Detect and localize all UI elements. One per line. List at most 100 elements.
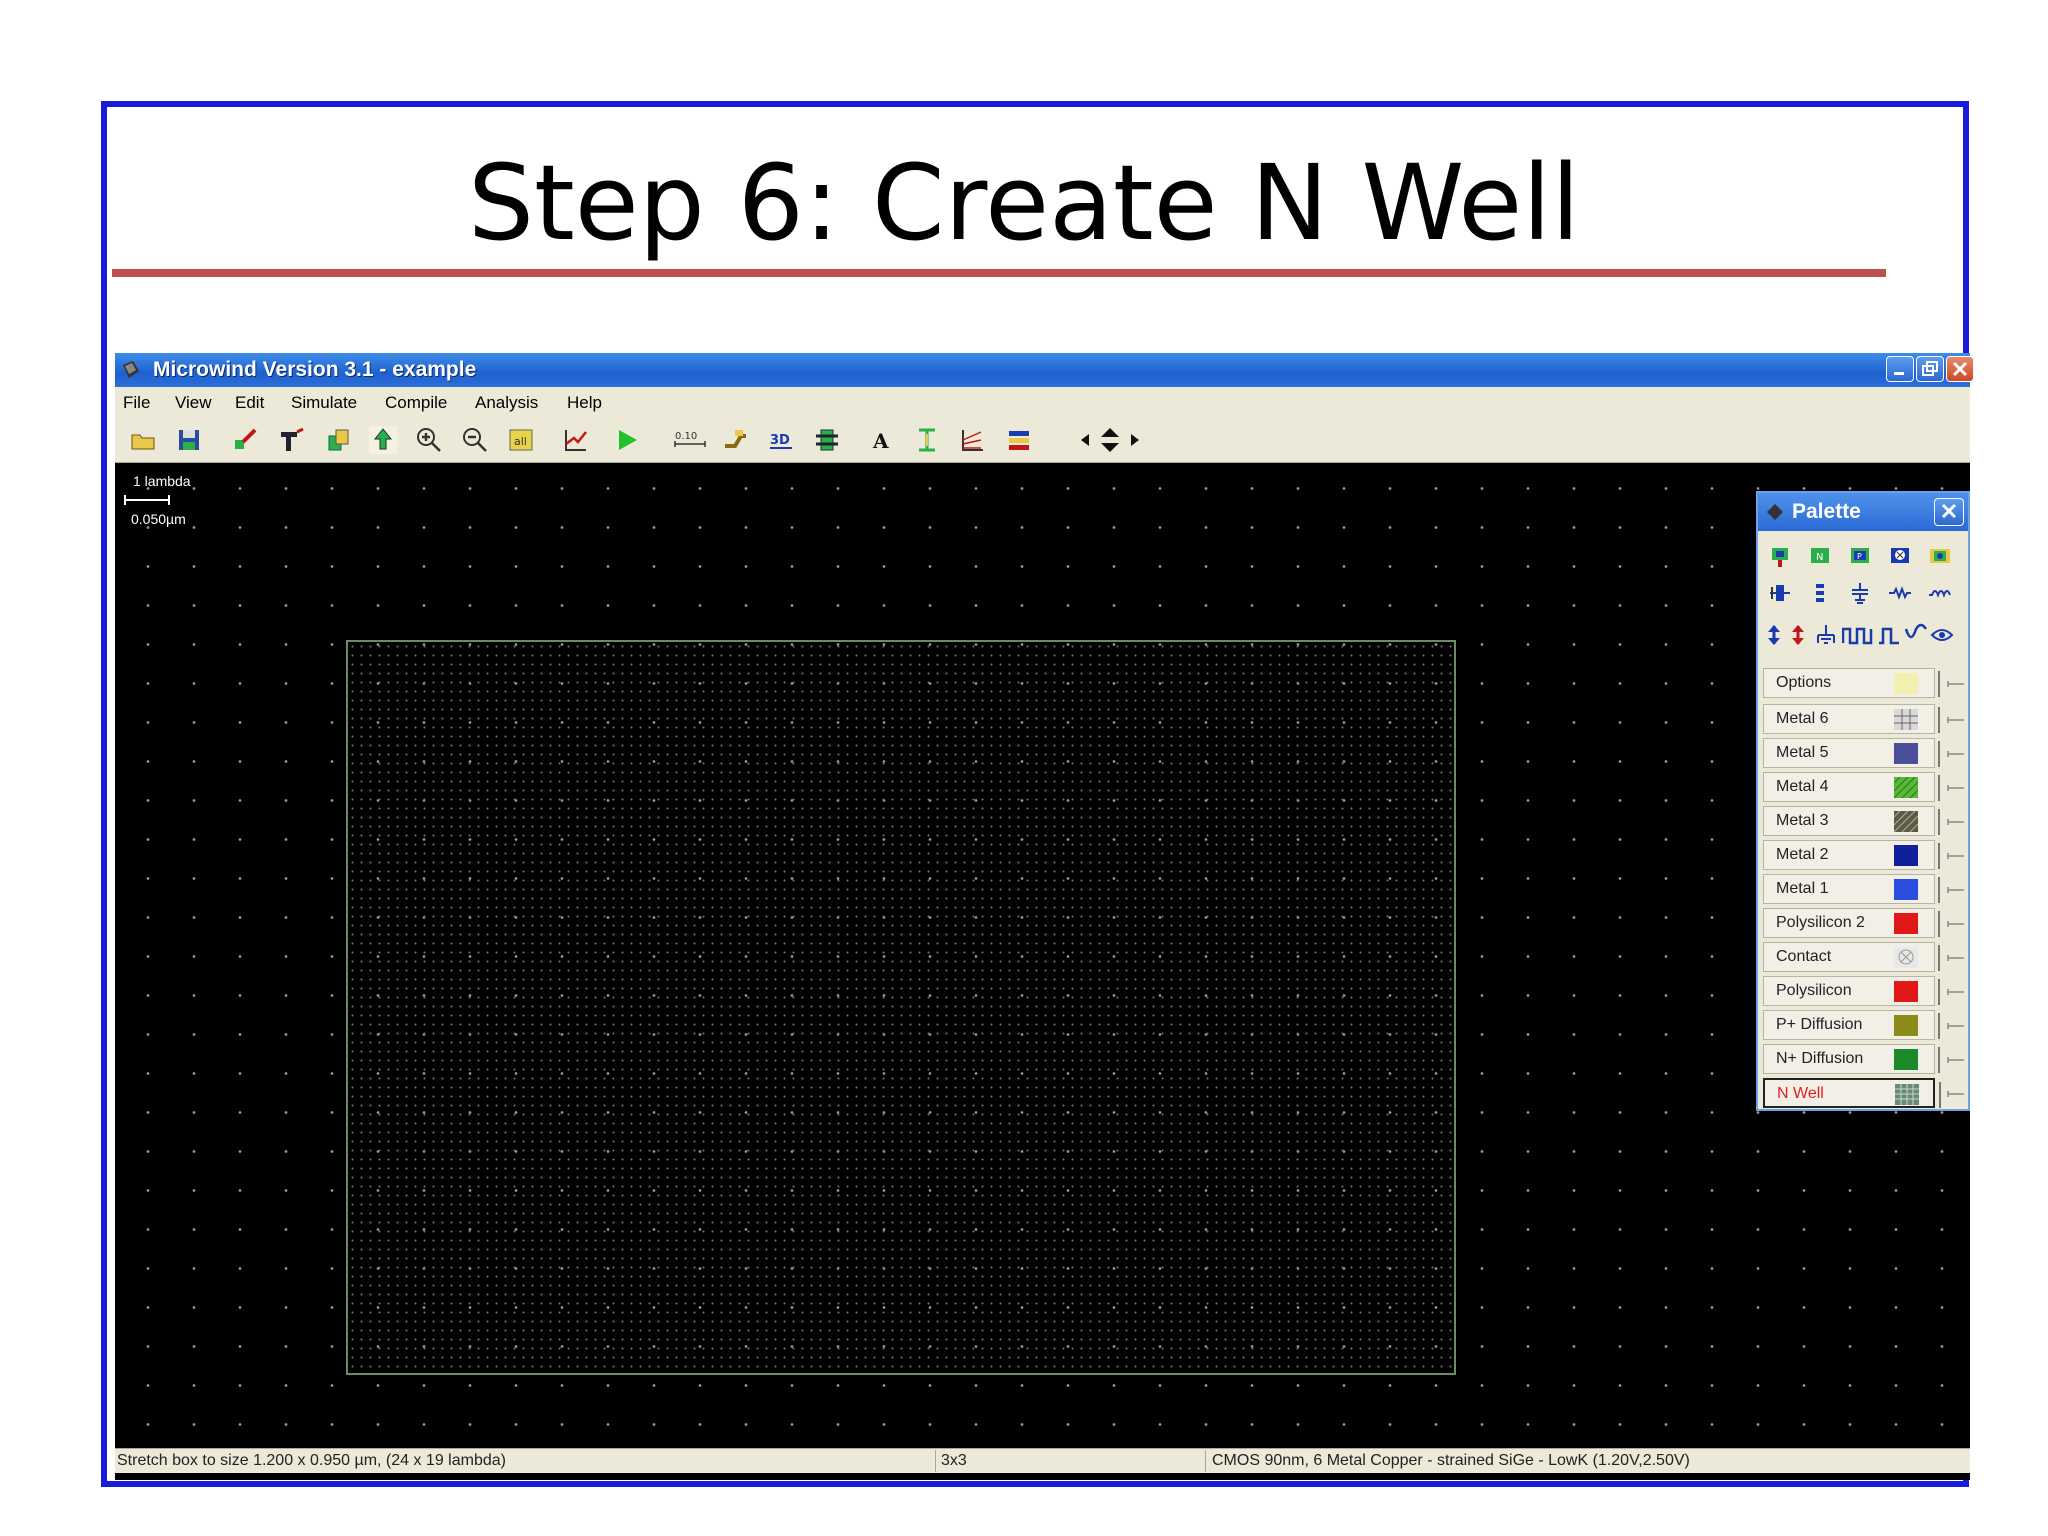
svg-text:all: all [514, 435, 527, 448]
poly2-swatch [1894, 913, 1918, 934]
lock-icon[interactable] [1947, 783, 1965, 793]
inductor-icon[interactable] [1928, 581, 1952, 605]
menu-bar: File View Edit Simulate Compile Analysis… [115, 387, 1970, 417]
layer-label: Polysilicon [1776, 982, 1852, 999]
lock-icon[interactable] [1947, 953, 1965, 963]
layer-n-diffusion[interactable]: N+ Diffusion [1763, 1044, 1940, 1074]
layer-label: Metal 2 [1776, 846, 1829, 863]
palette-title-bar[interactable]: Palette [1758, 493, 1968, 531]
stretch-icon[interactable] [277, 426, 305, 454]
row-divider [1938, 877, 1940, 903]
arrow-right-icon[interactable] [1127, 426, 1143, 454]
svg-text:N: N [1816, 552, 1823, 563]
close-button[interactable] [1946, 356, 1974, 382]
lock-icon[interactable] [1947, 1055, 1965, 1065]
layer-icon[interactable] [1005, 426, 1033, 454]
layer-label: Metal 6 [1776, 710, 1829, 727]
resistor-icon[interactable] [1888, 581, 1912, 605]
mos-p-icon[interactable] [1768, 545, 1792, 569]
lock-icon[interactable] [1947, 817, 1965, 827]
menu-view[interactable]: View [175, 393, 212, 413]
cross-section-icon[interactable] [561, 426, 589, 454]
ground-icon[interactable] [1814, 623, 1838, 647]
menu-file[interactable]: File [123, 393, 150, 413]
mos-x-icon[interactable] [1888, 545, 1912, 569]
microwind-app-icon [123, 361, 139, 378]
save-icon[interactable] [175, 426, 203, 454]
stretch-box-nwell[interactable] [346, 640, 1456, 1375]
design-rules-icon[interactable]: 0.10 [673, 426, 707, 454]
draw-box-icon[interactable] [231, 426, 259, 454]
capacitor-icon[interactable] [1848, 581, 1872, 605]
scale-bar [124, 495, 170, 505]
layer-metal-4[interactable]: Metal 4 [1763, 772, 1940, 802]
lock-icon[interactable] [1947, 987, 1965, 997]
title-rule [112, 269, 1886, 277]
clock-icon[interactable] [1842, 623, 1876, 647]
pulse-icon[interactable] [1878, 623, 1902, 647]
zoom-out-icon[interactable] [461, 426, 489, 454]
layer-polysilicon-2[interactable]: Polysilicon 2 [1763, 908, 1940, 938]
options-swatch [1894, 673, 1918, 694]
open-folder-icon[interactable] [129, 426, 157, 454]
mos-n-icon[interactable]: N [1808, 545, 1832, 569]
layer-p-diffusion[interactable]: P+ Diffusion [1763, 1010, 1940, 1040]
lock-icon[interactable] [1947, 749, 1965, 759]
mos-pn-icon[interactable]: P [1848, 545, 1872, 569]
layer-polysilicon[interactable]: Polysilicon [1763, 976, 1940, 1006]
arrow-up-down-icon[interactable] [1097, 426, 1123, 454]
copy-icon[interactable] [325, 426, 353, 454]
restore-button[interactable] [1916, 356, 1944, 382]
protect-icon[interactable] [959, 426, 987, 454]
view-all-icon[interactable]: all [507, 426, 535, 454]
lock-icon[interactable] [1947, 885, 1965, 895]
extract-icon[interactable] [813, 426, 841, 454]
via-stack-icon[interactable] [1808, 581, 1832, 605]
arrow-left-icon[interactable] [1077, 426, 1093, 454]
layer-options[interactable]: Options [1763, 668, 1940, 698]
title-bar[interactable]: Microwind Version 3.1 - example [115, 353, 1974, 387]
lock-icon[interactable] [1947, 1021, 1965, 1031]
layer-label: Options [1776, 674, 1832, 691]
sine-icon[interactable] [1904, 623, 1928, 647]
layer-metal-3[interactable]: Metal 3 [1763, 806, 1940, 836]
minimize-button[interactable] [1886, 356, 1914, 382]
move-icon[interactable] [369, 426, 397, 454]
mos-multi-icon[interactable] [1928, 545, 1952, 569]
eye-icon[interactable] [1930, 623, 1954, 647]
layer-metal-2[interactable]: Metal 2 [1763, 840, 1940, 870]
3d-view-icon[interactable]: 3D [767, 426, 795, 454]
metal1-swatch [1894, 879, 1918, 900]
text-icon[interactable]: A [867, 426, 895, 454]
metal3-swatch [1894, 811, 1918, 832]
measure-icon[interactable] [913, 426, 941, 454]
pdiff-swatch [1894, 1015, 1918, 1036]
row-divider [1938, 1047, 1940, 1073]
menu-compile[interactable]: Compile [385, 393, 447, 413]
scale-lambda-label: 1 lambda [133, 473, 191, 489]
run-simulation-icon[interactable] [613, 426, 641, 454]
vss-arrow-icon[interactable] [1788, 623, 1808, 647]
lock-icon[interactable] [1947, 851, 1965, 861]
lock-icon[interactable] [1947, 1089, 1965, 1099]
layer-metal-5[interactable]: Metal 5 [1763, 738, 1940, 768]
menu-analysis[interactable]: Analysis [475, 393, 538, 413]
menu-edit[interactable]: Edit [235, 393, 264, 413]
vdd-arrow-icon[interactable] [1764, 623, 1784, 647]
connect-icon[interactable] [721, 426, 749, 454]
lock-icon[interactable] [1947, 715, 1965, 725]
status-grid: 3x3 [941, 1452, 967, 1469]
layer-metal-6[interactable]: Metal 6 [1763, 704, 1940, 734]
row-divider [1938, 671, 1940, 697]
menu-help[interactable]: Help [567, 393, 602, 413]
palette-close-button[interactable] [1934, 498, 1964, 526]
contact-stack-icon[interactable] [1768, 581, 1792, 605]
lock-icon[interactable] [1947, 679, 1965, 689]
lock-icon[interactable] [1947, 919, 1965, 929]
layer-metal-1[interactable]: Metal 1 [1763, 874, 1940, 904]
zoom-in-icon[interactable] [415, 426, 443, 454]
layer-n-well[interactable]: N Well [1763, 1078, 1941, 1108]
layer-contact[interactable]: Contact [1763, 942, 1940, 972]
menu-simulate[interactable]: Simulate [291, 393, 357, 413]
layout-canvas[interactable]: 1 lambda 0.050µm [115, 463, 1970, 1448]
